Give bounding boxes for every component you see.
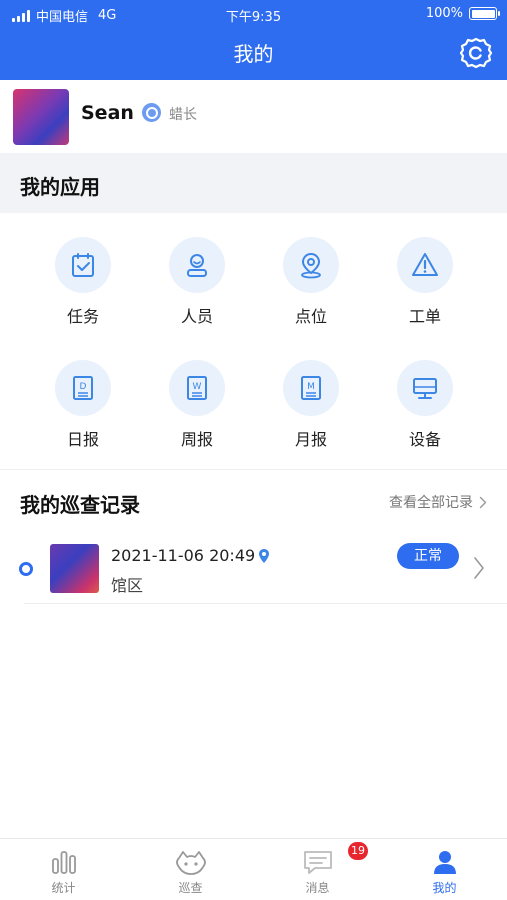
patrol-icon [175,851,206,875]
svg-text:D: D [80,382,87,392]
gear-icon [459,37,493,69]
view-all-label: 查看全部记录 [389,495,473,511]
records-section-header: 我的巡查记录 查看全部记录 [0,471,507,531]
task-icon [72,253,94,277]
app-label-task: 任务 [66,307,99,326]
app-device[interactable]: 设备 [370,360,480,450]
profile-icon [433,851,456,874]
user-role: 蜡长 [169,107,197,123]
page-title: 我的 [233,42,274,66]
timeline-dot [19,562,33,576]
location-icon [301,252,321,279]
avatar[interactable] [13,89,69,145]
tab-label-stats: 统计 [51,881,76,895]
app-location[interactable]: 点位 [256,237,366,327]
top-header: 中国电信 4G 下午9:35 100% 我的 [0,0,507,80]
svg-text:W: W [193,382,202,392]
apps-section-header: 我的应用 [0,153,507,213]
chevron-right-icon [474,557,484,579]
app-label-monthly-report: 月报 [294,430,327,449]
person-icon [187,254,207,277]
view-all-records-link[interactable]: 查看全部记录 [389,492,487,512]
record-datetime: 2021-11-06 20:49 [111,546,256,565]
tab-label-messages: 消息 [305,881,330,895]
device-icon [413,378,437,399]
profile-card[interactable]: Sean 蜡长 [0,80,507,153]
record-item[interactable]: 2021-11-06 20:49 馆区 正常 [0,534,507,604]
app-label-ticket: 工单 [408,307,441,326]
tab-stats[interactable]: 统计 [0,839,127,900]
app-label-daily-report: 日报 [66,430,99,449]
app-person[interactable]: 人员 [142,237,252,327]
stats-icon [51,851,76,874]
app-monthly-report[interactable]: M 月报 [256,360,366,450]
status-badge: 正常 [397,543,459,569]
records-section-title: 我的巡查记录 [20,493,140,517]
app-ticket[interactable]: 工单 [370,237,480,327]
chevron-right-icon [479,496,487,508]
tab-bar: 统计 巡查 消息 我的 [0,838,507,900]
tab-profile[interactable]: 我的 [381,839,507,900]
message-count-badge: 19 [348,842,368,860]
app-label-device: 设备 [408,430,441,449]
app-daily-report[interactable]: D 日报 [28,360,138,450]
tab-patrol[interactable]: 巡查 [127,839,254,900]
record-thumbnail [50,544,99,593]
location-pin-icon [259,548,270,563]
record-datetime-row: 2021-11-06 20:49 [111,546,270,565]
app-label-weekly-report: 周报 [180,430,213,449]
record-divider [24,603,507,604]
monthly-report-icon: M [301,376,321,400]
battery-icon [469,7,500,20]
app-label-person: 人员 [180,307,213,326]
app-task[interactable]: 任务 [28,237,138,327]
message-icon [303,851,332,874]
svg-text:M: M [307,382,315,392]
record-area: 馆区 [111,576,144,595]
record-chevron[interactable] [473,556,485,584]
tab-label-patrol: 巡查 [178,881,203,895]
weekly-report-icon: W [187,376,207,400]
app-label-location: 点位 [294,307,327,326]
settings-button[interactable] [459,36,493,70]
warning-icon [412,253,438,276]
app-grid: 任务 人员 点位 工单 D 日报 W 周报 M 月报 设备 [0,213,507,469]
status-bar: 中国电信 4G 下午9:35 100% [0,0,507,28]
app-weekly-report[interactable]: W 周报 [142,360,252,450]
user-name: Sean [81,102,134,124]
apps-section-title: 我的应用 [20,175,100,199]
daily-report-icon: D [73,376,93,400]
battery-percent: 100% [425,6,463,21]
tab-label-profile: 我的 [432,881,457,895]
section-divider [0,469,507,470]
role-icon [142,103,161,122]
